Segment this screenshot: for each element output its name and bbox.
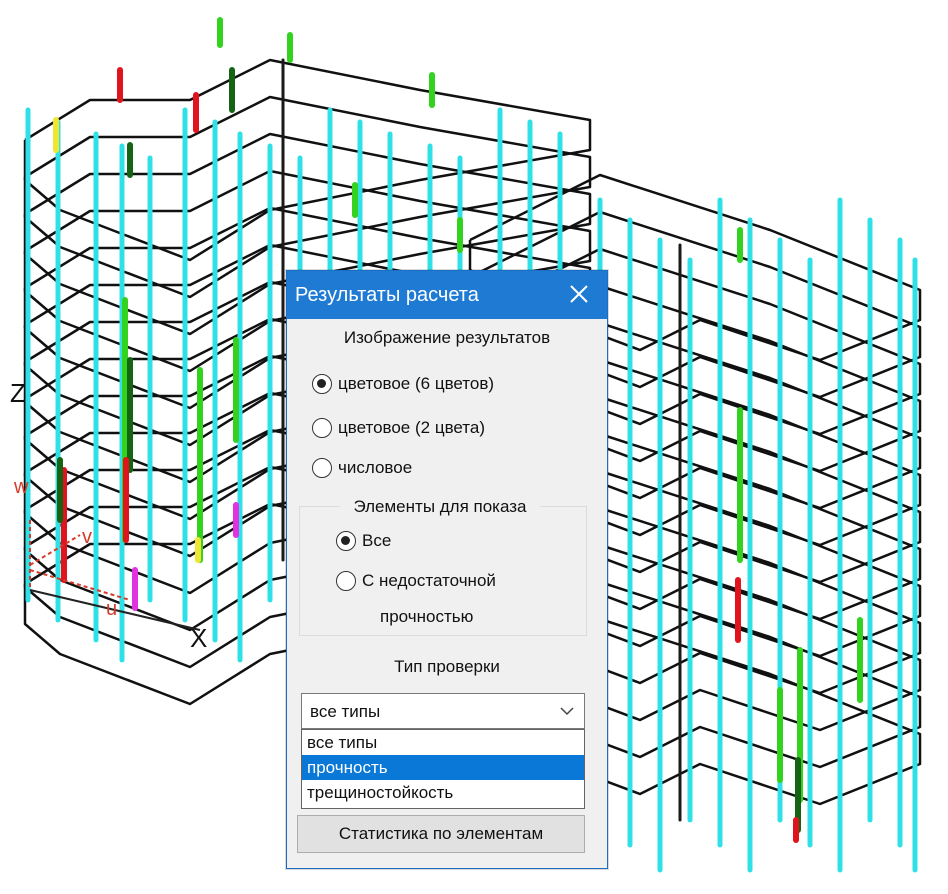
elements-group: Элементы для показа Все С недостаточной … xyxy=(299,497,587,636)
dialog-titlebar[interactable]: Результаты расчета xyxy=(287,271,607,319)
radio-color-6-label: цветовое (6 цветов) xyxy=(338,374,495,393)
axis-v-label: v xyxy=(82,526,92,548)
slab-outline xyxy=(23,95,592,299)
dialog-title: Результаты расчета xyxy=(295,284,479,306)
radio-unselected-icon xyxy=(336,571,356,591)
slab-outline xyxy=(23,58,592,262)
chevron-down-icon xyxy=(560,707,574,716)
display-mode-heading: Изображение результатов xyxy=(343,328,551,347)
radio-insufficient-label: С недостаточной xyxy=(362,571,496,590)
radio-unselected-icon xyxy=(312,458,332,478)
radio-insufficient-label-line2: прочностью xyxy=(380,607,474,626)
radio-selected-icon xyxy=(336,531,356,551)
statistics-button[interactable]: Статистика по элементам xyxy=(297,815,585,853)
axis-u-label: u xyxy=(106,598,117,620)
radio-color-2-label: цветовое (2 цвета) xyxy=(338,418,486,437)
radio-numeric-label: числовое xyxy=(338,458,413,477)
results-dialog: Результаты расчета Изображение результат… xyxy=(286,270,608,869)
radio-insufficient[interactable]: С недостаточной xyxy=(336,571,496,591)
radio-selected-icon xyxy=(312,374,332,394)
display-mode-group: Изображение результатов цветовое (6 цвет… xyxy=(293,321,601,497)
close-icon[interactable] xyxy=(565,280,593,308)
axis-z-label: Z xyxy=(10,378,26,408)
radio-numeric[interactable]: числовое xyxy=(312,458,412,478)
radio-color-6[interactable]: цветовое (6 цветов) xyxy=(312,374,494,394)
check-type-select[interactable]: все типы xyxy=(301,693,585,729)
axis-w-label: w xyxy=(13,476,29,498)
check-type-dropdown-list: все типы прочность трещиностойкость xyxy=(301,729,585,809)
elements-heading: Элементы для показа xyxy=(340,497,540,517)
option-crack-resistance[interactable]: трещиностойкость xyxy=(302,780,584,805)
radio-color-2[interactable]: цветовое (2 цвета) xyxy=(312,418,485,438)
axis-x-label: X xyxy=(190,623,207,653)
radio-all[interactable]: Все xyxy=(336,531,391,551)
check-type-value: все типы xyxy=(310,702,381,721)
check-type-heading: Тип проверки xyxy=(394,657,500,676)
radio-all-label: Все xyxy=(362,531,392,550)
option-strength[interactable]: прочность xyxy=(302,755,584,780)
radio-unselected-icon xyxy=(312,418,332,438)
option-all-types[interactable]: все типы xyxy=(302,730,584,755)
